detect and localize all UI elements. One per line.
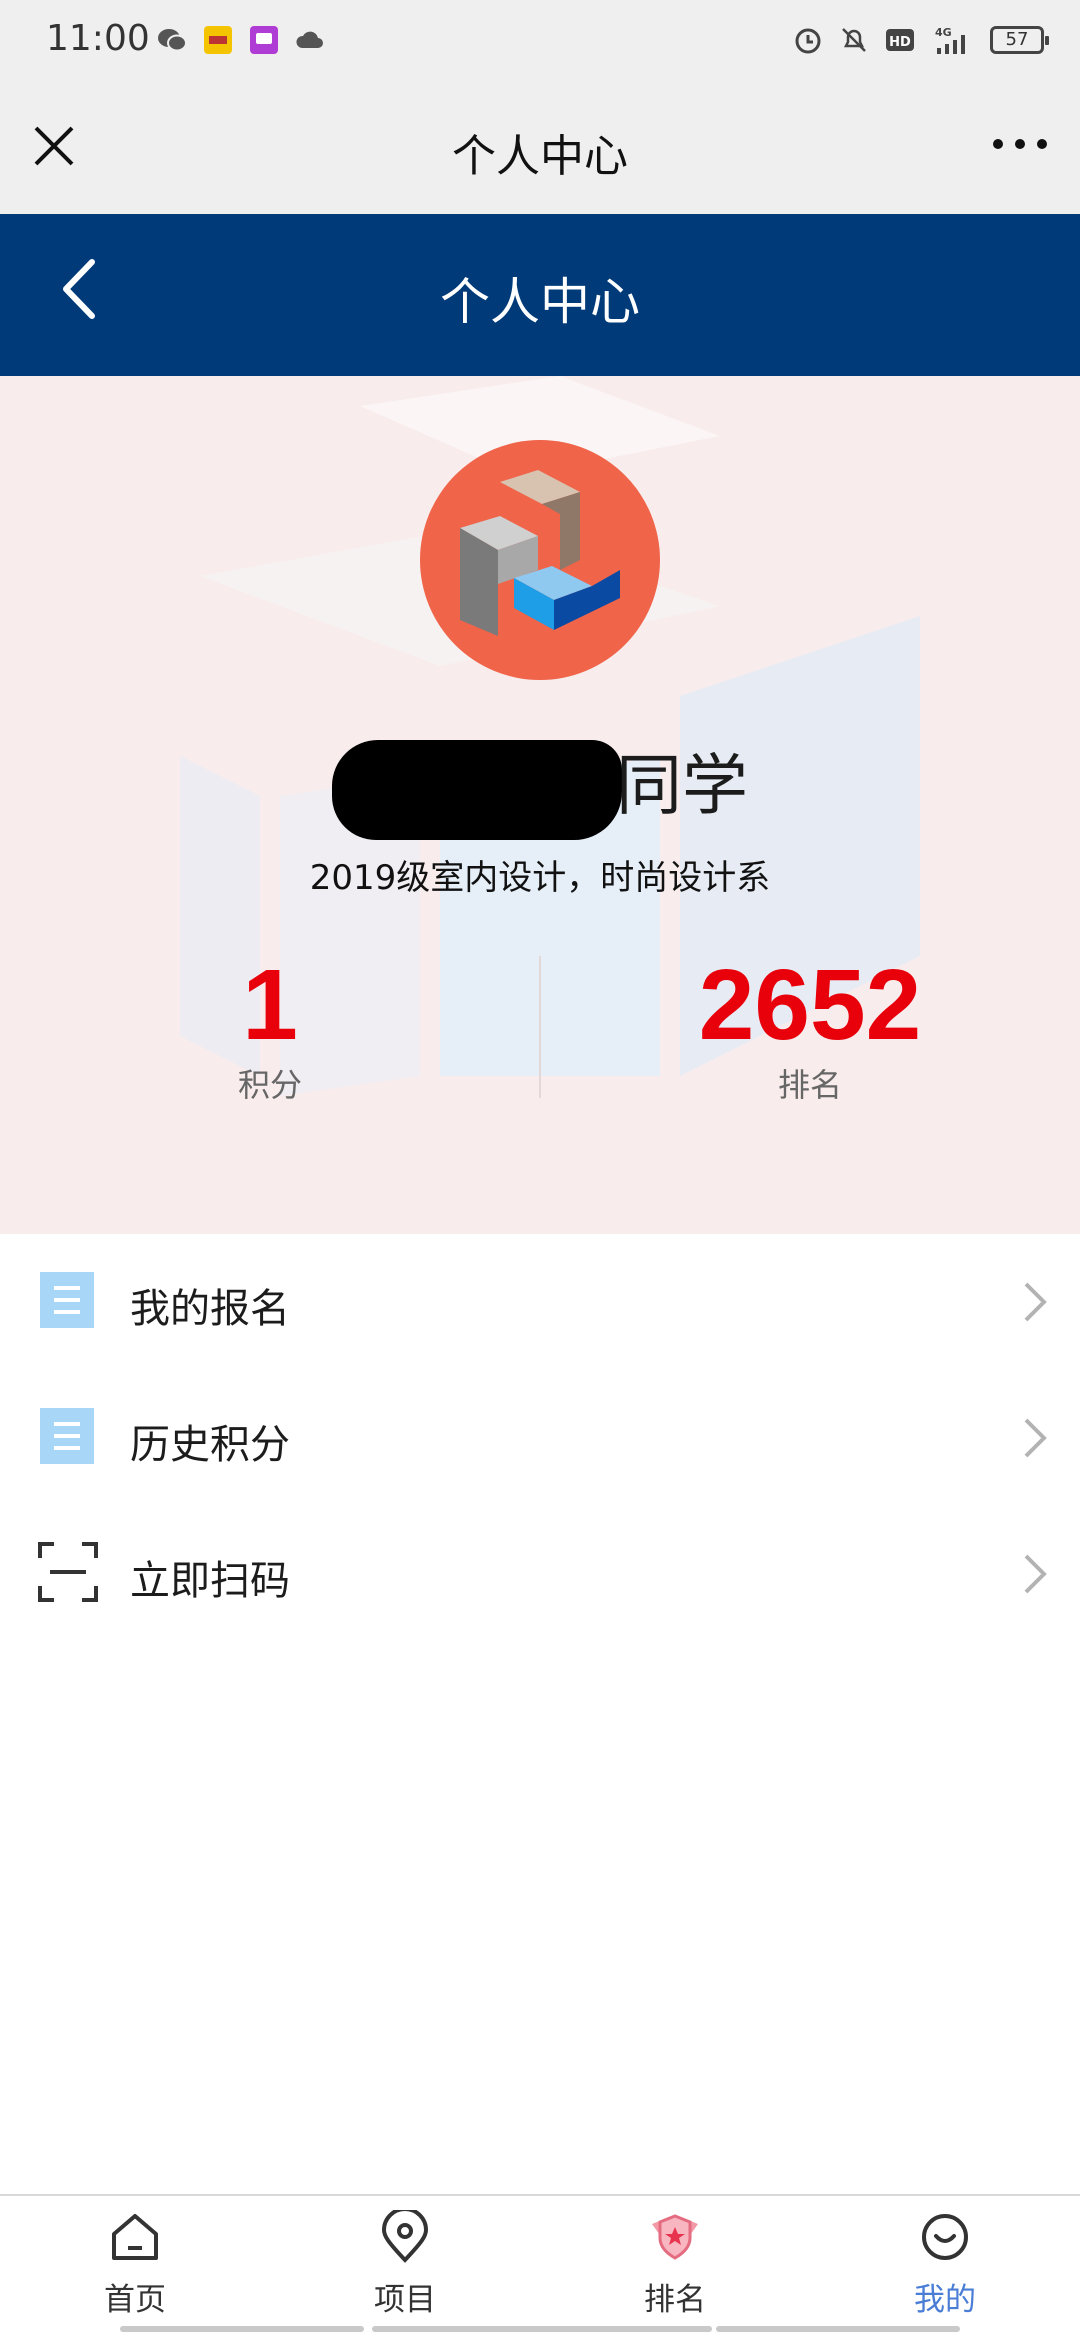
points-label: 积分: [237, 1066, 302, 1104]
status-time: 11:00: [46, 18, 150, 59]
menu-item-scan-now[interactable]: 立即扫码: [0, 1506, 1080, 1642]
rank-label: 排名: [777, 1066, 842, 1104]
battery-icon: 57: [990, 26, 1049, 54]
app-badge-icon: [204, 26, 232, 54]
tab-label: 项目: [374, 2282, 436, 2318]
wechat-icon: [158, 29, 187, 52]
menu-list: 我的报名 历史积分 立即扫码: [0, 1234, 1080, 1642]
notification-icons: [156, 24, 326, 56]
home-indicator: [716, 2326, 960, 2332]
signal-4g-icon: 4G: [935, 26, 965, 54]
hd-icon: HD: [886, 29, 914, 51]
alarm-icon: [795, 28, 821, 54]
scan-icon: [38, 1542, 98, 1602]
chevron-right-icon: [1024, 1282, 1047, 1322]
menu-item-points-history[interactable]: 历史积分: [0, 1370, 1080, 1506]
location-pin-icon: [381, 2210, 429, 2263]
document-icon: [40, 1272, 94, 1328]
tab-home[interactable]: 首页: [0, 2210, 270, 2330]
user-class-info: 2019级室内设计，时尚设计系: [309, 858, 771, 898]
bottom-tab-bar: 首页 项目 排名 我的: [0, 2194, 1080, 2340]
home-indicator: [372, 2326, 712, 2332]
redacted-name: [332, 739, 622, 840]
tab-mine[interactable]: 我的: [810, 2210, 1080, 2330]
home-indicator: [120, 2326, 364, 2332]
video-app-icon: [250, 26, 278, 54]
avatar[interactable]: [420, 440, 660, 680]
bell-off-icon: [842, 28, 866, 52]
tab-label: 首页: [104, 2282, 166, 2318]
svg-text:HD: HD: [889, 35, 911, 50]
logo-icon: [460, 470, 620, 636]
rank-stat[interactable]: 2652 排名: [540, 950, 1080, 1106]
battery-level: 57: [1005, 29, 1029, 50]
chevron-right-icon: [1024, 1418, 1047, 1458]
tab-projects[interactable]: 项目: [270, 2210, 540, 2330]
points-value: 1: [242, 949, 298, 1061]
system-icons: HD 4G 57: [792, 24, 1049, 56]
more-options-icon[interactable]: [990, 124, 1050, 164]
rank-value: 2652: [698, 949, 922, 1061]
document-icon: [40, 1408, 94, 1464]
page-header: 个人中心: [0, 214, 1080, 376]
svg-text:4G: 4G: [935, 26, 952, 39]
home-icon: [112, 2214, 158, 2260]
menu-item-my-registrations[interactable]: 我的报名: [0, 1234, 1080, 1370]
menu-item-label: 立即扫码: [130, 1558, 290, 1604]
points-stat[interactable]: 1 积分: [0, 950, 540, 1106]
cloud-icon: [296, 31, 323, 48]
profile-section: 同学 2019级室内设计，时尚设计系 1 积分 2652 排名: [0, 376, 1080, 1234]
app-title: 个人中心: [452, 131, 628, 182]
tab-ranking[interactable]: 排名: [540, 2210, 810, 2330]
app-header: 个人中心: [0, 82, 1080, 214]
smile-face-icon: [922, 2214, 968, 2260]
status-bar: 11:00 HD 4G 57: [0, 0, 1080, 82]
ranking-badge-icon: [652, 2214, 698, 2260]
user-name-suffix: 同学: [616, 747, 748, 824]
tab-label: 排名: [644, 2282, 706, 2318]
tab-label: 我的: [914, 2282, 976, 2318]
menu-item-label: 我的报名: [130, 1286, 290, 1332]
page-title: 个人中心: [440, 273, 640, 331]
user-name: 同学: [0, 732, 1080, 840]
menu-item-label: 历史积分: [130, 1422, 290, 1468]
chevron-right-icon: [1024, 1554, 1047, 1594]
